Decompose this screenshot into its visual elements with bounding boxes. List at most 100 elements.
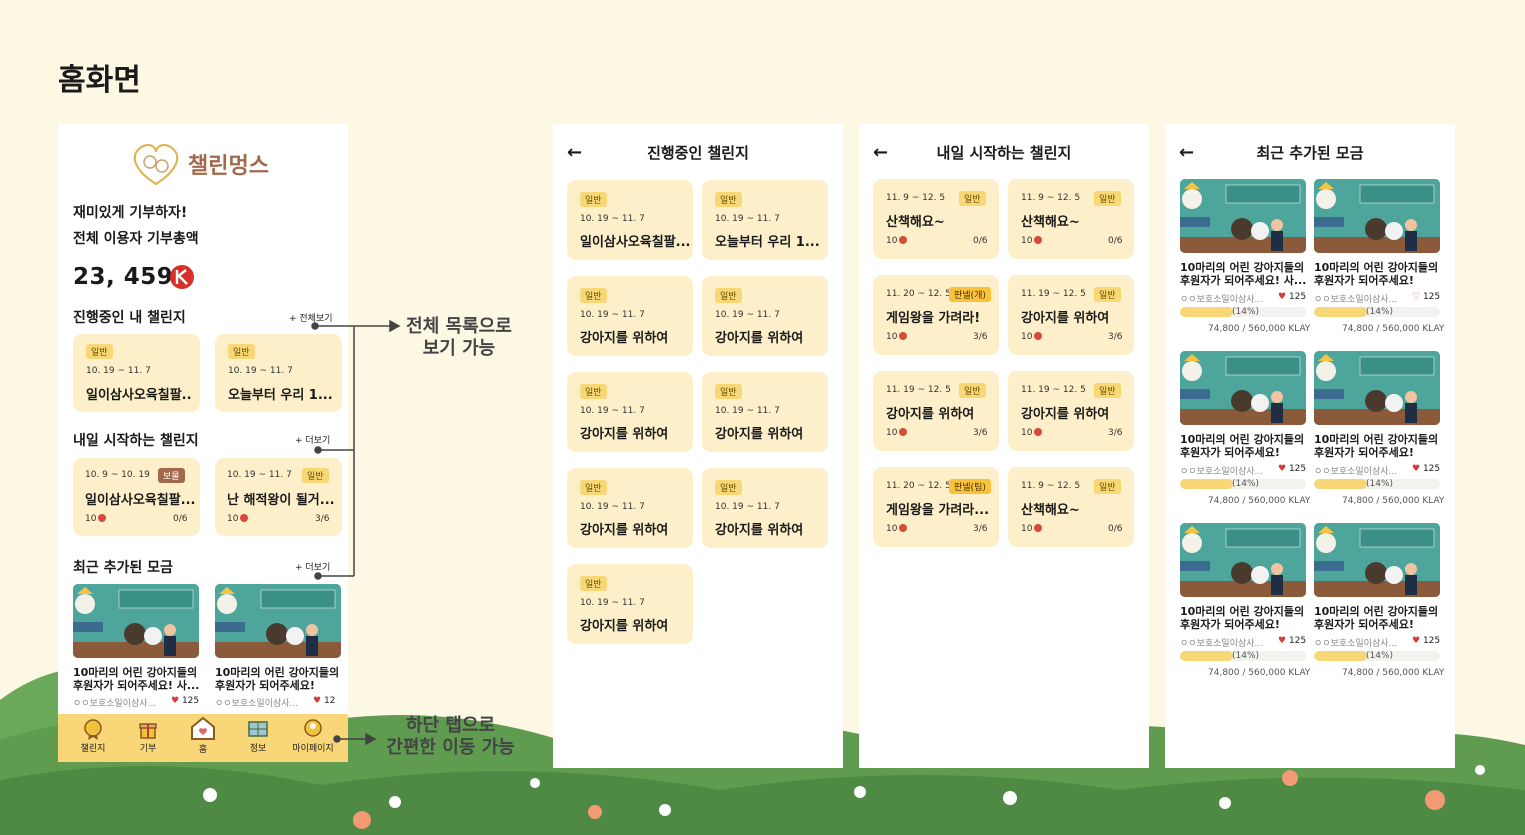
tomorrow-challenge-card[interactable]: 11. 19 ~ 12. 5 일반 강아지를 위하여 10 3/6 <box>1008 275 1134 355</box>
participant-progress: 0/6 <box>1108 236 1123 246</box>
annotation-list-view: 전체 목록으로 보기 가능 <box>406 316 512 359</box>
donation-thumbnail[interactable] <box>1180 351 1306 425</box>
tomorrow-challenge-card[interactable]: 11. 20 ~ 12. 5 판넬(개) 게임왕을 가려라! 10 3/6 <box>873 275 999 355</box>
tab-label: 홈 <box>198 745 208 755</box>
like-count[interactable]: ♥ 125 <box>1412 464 1440 474</box>
like-count[interactable]: ♥ 125 <box>171 696 199 706</box>
like-count[interactable]: ♥ 125 <box>1412 636 1440 646</box>
tomorrow-challenges-screen: ← 내일 시작하는 챌린지 11. 9 ~ 12. 5 일반 산책해요~ 10 0/6 1… <box>859 124 1149 768</box>
ongoing-challenge-card[interactable]: 일반 10. 19 ~ 11. 7 강아지를 위하여 <box>567 564 693 644</box>
like-count[interactable]: ♥ 12 <box>313 696 335 706</box>
tab-challenge[interactable]: 챌린지 <box>65 718 121 760</box>
donation-thumbnail[interactable] <box>1180 523 1306 597</box>
ongoing-challenge-card[interactable]: 일반 10. 19 ~ 11. 7 일이삼사오육칠팔.. <box>73 334 200 412</box>
donation-title[interactable]: 10마리의 어린 강아지들의 후원자가 되어주세요! <box>1314 261 1442 287</box>
tab-donation[interactable]: 기부 <box>120 718 176 760</box>
tomorrow-challenge-card[interactable]: 11. 19 ~ 12. 5 일반 강아지를 위하여 10 3/6 <box>873 371 999 451</box>
recent-more-link[interactable]: + 더보기 <box>295 560 330 573</box>
challenge-date: 10. 19 ~ 11. 7 <box>715 310 780 320</box>
donation-thumbnail[interactable] <box>1314 523 1440 597</box>
donation-title[interactable]: 10마리의 어린 강아지들의 후원자가 되어주세요! <box>215 666 339 692</box>
ongoing-challenge-card[interactable]: 일반 10. 19 ~ 11. 7 오늘부터 우리 1... <box>215 334 342 412</box>
tomorrow-challenge-card[interactable]: 10. 9 ~ 10. 19 보물 일이삼사오육칠팔... 10 0/6 <box>73 458 200 536</box>
ongoing-challenge-card[interactable]: 일반 10. 19 ~ 11. 7 강아지를 위하여 <box>702 372 828 452</box>
like-count[interactable]: ♡ 125 <box>1412 292 1440 302</box>
challenge-date: 10. 19 ~ 11. 7 <box>715 406 780 416</box>
participant-progress: 0/6 <box>973 236 988 246</box>
tab-label: 마이페이지 <box>292 744 334 754</box>
heart-icon: ♥ <box>1278 292 1287 302</box>
tomorrow-challenge-card[interactable]: 11. 9 ~ 12. 5 일반 산책해요~ 10 0/6 <box>873 179 999 259</box>
participant-fee: 10 <box>227 514 249 524</box>
participant-progress: 3/6 <box>973 428 988 438</box>
donation-title[interactable]: 10마리의 어린 강아지들의 후원자가 되어주세요! <box>1314 605 1442 631</box>
challenge-type-badge: 일반 <box>302 468 329 483</box>
tab-mypage[interactable]: 마이페이지 <box>285 718 341 760</box>
tomorrow-more-link[interactable]: + 더보기 <box>295 433 330 446</box>
participant-progress: 0/6 <box>173 514 188 524</box>
participant-progress: 0/6 <box>1108 524 1123 534</box>
tomorrow-challenge-card[interactable]: 11. 19 ~ 12. 5 일반 강아지를 위하여 10 3/6 <box>1008 371 1134 451</box>
participant-progress: 3/6 <box>973 524 988 534</box>
participant-fee: 10 <box>1021 428 1043 438</box>
tab-info[interactable]: 정보 <box>230 718 286 760</box>
challenge-date: 10. 19 ~ 11. 7 <box>715 214 780 224</box>
funding-progress-fill <box>1314 307 1367 317</box>
tomorrow-challenge-card[interactable]: 11. 9 ~ 12. 5 일반 산책해요~ 10 0/6 <box>1008 179 1134 259</box>
donation-title[interactable]: 10마리의 어린 강아지들의 후원자가 되어주세요! <box>1314 433 1442 459</box>
challenge-title: 산책해요~ <box>886 215 945 230</box>
page-title: 홈화면 <box>58 63 141 98</box>
ongoing-challenge-card[interactable]: 일반 10. 19 ~ 11. 7 일이삼사오육칠팔... <box>567 180 693 260</box>
tomorrow-challenge-card[interactable]: 11. 9 ~ 12. 5 일반 산책해요~ 10 0/6 <box>1008 467 1134 547</box>
challenge-title: 게임왕을 가려라... <box>886 503 990 518</box>
ongoing-challenges-screen: ← 진행중인 챌린지 일반 10. 19 ~ 11. 7 일이삼사오육칠팔... 일반… <box>553 124 843 768</box>
funding-percent: (14%) <box>1366 651 1394 661</box>
like-count[interactable]: ♥ 125 <box>1278 292 1306 302</box>
challenge-title: 오늘부터 우리 1... <box>715 235 820 250</box>
home-screen: 챌린멍스 재미있게 기부하자! 전체 이용자 기부총액 23, 459 진행중인… <box>58 124 348 762</box>
challenge-title: 강아지를 위하여 <box>580 331 669 346</box>
challenge-type-badge: 일반 <box>1094 191 1121 206</box>
challenge-date: 10. 19 ~ 11. 7 <box>715 502 780 512</box>
donation-thumbnail[interactable] <box>73 584 199 658</box>
donation-title[interactable]: 10마리의 어린 강아지들의 후원자가 되어주세요! 사... <box>73 666 199 692</box>
donation-title[interactable]: 10마리의 어린 강아지들의 후원자가 되어주세요! 사... <box>1180 261 1308 287</box>
recent-donations-screen: ← 최근 추가된 모금 10마리의 어린 강아지들의 후원자가 되어주세요! 사.… <box>1165 124 1455 768</box>
klay-coin-icon <box>98 514 107 522</box>
funding-percent: (14%) <box>1232 307 1260 317</box>
participant-fee: 10 <box>886 428 908 438</box>
donation-thumbnail[interactable] <box>1180 179 1306 253</box>
challenge-date: 10. 19 ~ 11. 7 <box>228 366 293 376</box>
ongoing-challenge-card[interactable]: 일반 10. 19 ~ 11. 7 강아지를 위하여 <box>567 276 693 356</box>
donation-thumbnail[interactable] <box>215 584 341 658</box>
klay-coin-icon <box>1034 236 1043 244</box>
klay-coin-icon <box>240 514 249 522</box>
donation-title[interactable]: 10마리의 어린 강아지들의 후원자가 되어주세요! <box>1180 433 1308 459</box>
ongoing-challenge-card[interactable]: 일반 10. 19 ~ 11. 7 강아지를 위하여 <box>567 468 693 548</box>
ongoing-view-all-link[interactable]: + 전체보기 <box>289 311 333 324</box>
donation-thumbnail[interactable] <box>1314 179 1440 253</box>
heart-icon: ♡ <box>1412 292 1421 302</box>
heart-icon: ♥ <box>1278 464 1287 474</box>
donation-thumbnail[interactable] <box>1314 351 1440 425</box>
funding-progress-fill <box>1180 479 1233 489</box>
challenge-date: 11. 20 ~ 12. 5 <box>886 289 951 299</box>
donation-title[interactable]: 10마리의 어린 강아지들의 후원자가 되어주세요! <box>1180 605 1308 631</box>
ongoing-challenge-card[interactable]: 일반 10. 19 ~ 11. 7 강아지를 위하여 <box>702 276 828 356</box>
challenge-title: 산책해요~ <box>1021 503 1080 518</box>
donation-org: ㅇㅇ보호소일이삼사... <box>1180 467 1264 477</box>
participant-fee: 10 <box>1021 236 1043 246</box>
tomorrow-challenge-card[interactable]: 11. 20 ~ 12. 5 판넬(팀) 게임왕을 가려라... 10 3/6 <box>873 467 999 547</box>
donation-org: ㅇㅇ보호소일이삼사... <box>1180 639 1264 649</box>
like-count[interactable]: ♥ 125 <box>1278 636 1306 646</box>
ongoing-challenge-card[interactable]: 일반 10. 19 ~ 11. 7 강아지를 위하여 <box>702 468 828 548</box>
ongoing-challenge-card[interactable]: 일반 10. 19 ~ 11. 7 오늘부터 우리 1... <box>702 180 828 260</box>
total-donation-label: 전체 이용자 기부총액 <box>73 231 199 247</box>
tab-home[interactable]: 홈 <box>175 715 231 757</box>
ongoing-challenge-card[interactable]: 일반 10. 19 ~ 11. 7 강아지를 위하여 <box>567 372 693 452</box>
logo-text: 챌린멍스 <box>188 154 269 179</box>
bottom-tab-bar: 챌린지 기부 홈 정보 마이페이지 <box>58 714 348 762</box>
screen-title: 내일 시작하는 챌린지 <box>936 144 1072 162</box>
tomorrow-challenge-card[interactable]: 10. 19 ~ 11. 7 일반 난 해적왕이 될거... 10 3/6 <box>215 458 342 536</box>
like-count[interactable]: ♥ 125 <box>1278 464 1306 474</box>
